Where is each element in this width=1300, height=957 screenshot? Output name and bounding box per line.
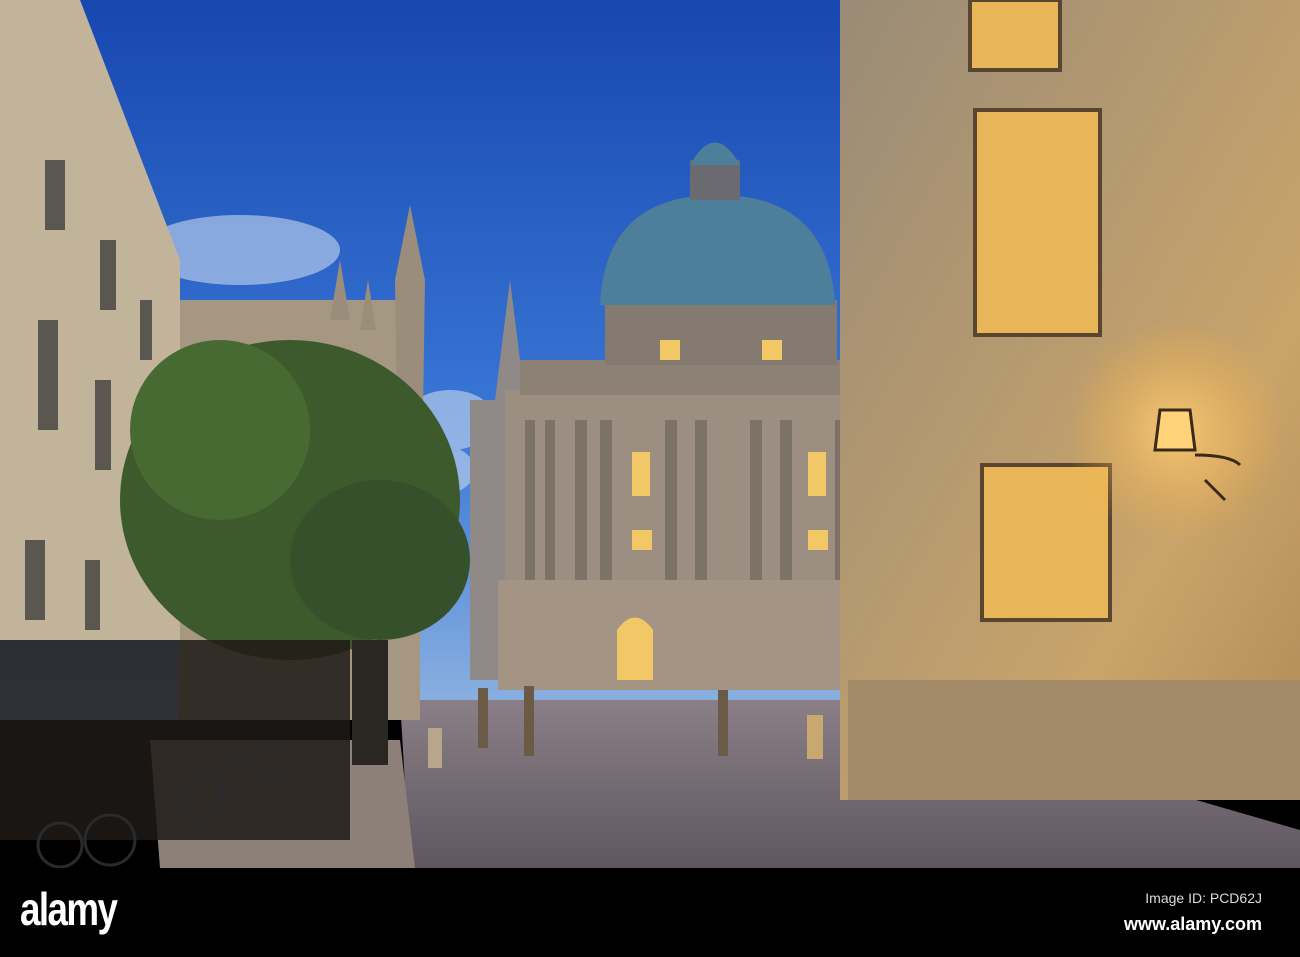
photo-scene bbox=[0, 0, 1300, 868]
info-board bbox=[352, 640, 388, 765]
photo: alamy Image ID: PCD62J www.alamy.com bbox=[0, 0, 1300, 957]
iron-railing bbox=[0, 640, 350, 840]
website-link: www.alamy.com bbox=[1123, 914, 1262, 934]
image-id: Image ID: PCD62J bbox=[1145, 890, 1262, 906]
alamy-logo: alamy bbox=[20, 883, 118, 935]
building-plinth bbox=[848, 680, 1300, 800]
watermark-bar: alamy Image ID: PCD62J www.alamy.com bbox=[0, 868, 1300, 957]
